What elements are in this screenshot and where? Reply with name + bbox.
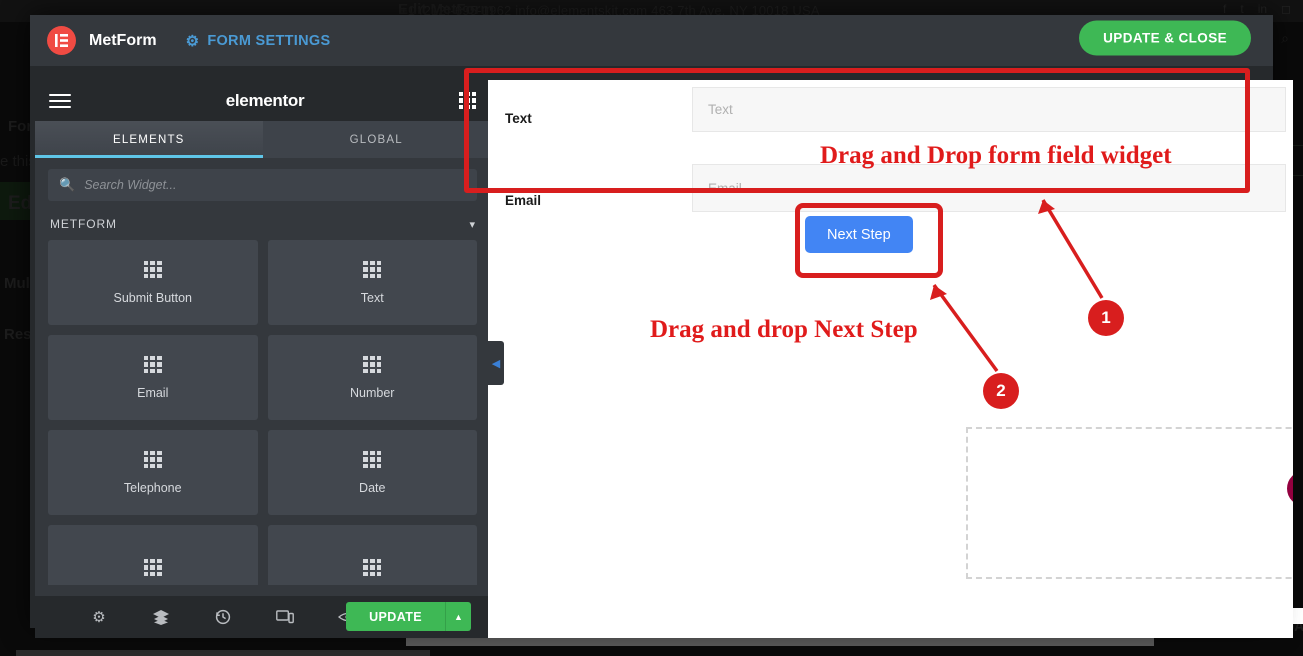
search-icon: 🔍 [59, 177, 76, 192]
panel-tabs: ELEMENTS GLOBAL [35, 121, 490, 158]
background-footer-strip [16, 650, 430, 656]
widget-grid-icon [143, 558, 162, 577]
twitter-icon: t [1240, 2, 1244, 16]
update-button-group: UPDATE ▲ [346, 602, 471, 631]
search-widget-box[interactable]: 🔍 [48, 169, 477, 201]
form-input-email[interactable]: Email [692, 164, 1286, 212]
widget-card-date[interactable]: Date [267, 430, 477, 515]
form-label-text: Text [505, 111, 532, 126]
drop-zone-buttons: + [1287, 471, 1293, 506]
update-button[interactable]: UPDATE [346, 602, 445, 631]
background-right-icons: ⌕ [1281, 30, 1289, 47]
grid-apps-icon[interactable] [459, 92, 476, 109]
widget-card-partial-right[interactable] [267, 525, 477, 585]
widget-grid-icon [143, 355, 162, 374]
layers-navigator-icon[interactable] [146, 608, 176, 626]
settings-gear-icon[interactable]: ⚙ [84, 608, 114, 626]
hamburger-menu-icon[interactable] [49, 93, 71, 108]
search-widget-wrap: 🔍 [35, 158, 490, 211]
widget-card-telephone[interactable]: Telephone [48, 430, 258, 515]
form-row-text: Text Text [496, 87, 1286, 150]
widget-grid-icon [363, 355, 382, 374]
search-input[interactable] [84, 178, 466, 192]
update-and-close-button[interactable]: UPDATE & CLOSE [1079, 20, 1251, 56]
linkedin-icon: in [1257, 2, 1268, 16]
history-clock-icon[interactable] [208, 608, 238, 626]
panel-topbar: elementor [35, 80, 490, 121]
widget-grid: Submit Button Text Email Number Telephon… [35, 240, 490, 585]
widget-grid-icon [143, 450, 162, 469]
widget-label: Date [359, 480, 386, 495]
category-header-metform[interactable]: METFORM ▾ [35, 211, 490, 240]
annotation-text-2: Drag and drop Next Step [650, 316, 918, 343]
elementor-left-panel: elementor ELEMENTS GLOBAL 🔍 METFORM ▾ Su… [35, 80, 490, 638]
caret-up-icon[interactable]: ▲ [445, 602, 471, 631]
gear-icon: ⚙ [185, 32, 200, 50]
widget-grid-icon [363, 450, 382, 469]
widget-grid-icon [143, 260, 162, 279]
widget-card-partial-left[interactable] [48, 525, 258, 585]
metform-title: MetForm [89, 31, 157, 49]
widget-grid-icon [363, 558, 382, 577]
category-label: METFORM [50, 217, 117, 231]
elementor-logo-icon [47, 26, 76, 55]
add-section-button[interactable]: + [1287, 471, 1293, 506]
widget-label: Number [350, 385, 395, 400]
widget-label: Email [137, 385, 169, 400]
tab-global[interactable]: GLOBAL [262, 121, 490, 158]
chevron-down-icon: ▾ [469, 218, 475, 231]
widget-grid-icon [363, 260, 382, 279]
form-input-text[interactable]: Text [692, 87, 1286, 132]
annotation-badge-2: 2 [983, 373, 1019, 409]
widget-drop-zone[interactable]: + Drag widget here [966, 427, 1293, 579]
widget-card-email[interactable]: Email [48, 335, 258, 420]
form-settings-label: FORM SETTINGS [207, 32, 331, 49]
widget-card-submit-button[interactable]: Submit Button [48, 240, 258, 325]
panel-footer-bar: ⚙ UPDATE ▲ [35, 596, 490, 638]
form-label-email: Email [505, 193, 542, 208]
search-icon: ⌕ [1281, 30, 1289, 46]
metform-header-bar: MetForm ⚙ FORM SETTINGS UPDATE & CLOSE [30, 15, 1273, 66]
form-settings-button[interactable]: ⚙ FORM SETTINGS [186, 32, 331, 50]
facebook-icon: f [1223, 2, 1227, 16]
background-social-icons: f t in ◻ [1223, 2, 1291, 16]
tab-elements[interactable]: ELEMENTS [35, 121, 263, 158]
responsive-devices-icon[interactable] [270, 608, 300, 626]
annotation-badge-1: 1 [1088, 300, 1124, 336]
annotation-text-1: Drag and Drop form field widget [820, 142, 1172, 169]
widget-card-number[interactable]: Number [267, 335, 477, 420]
widget-label: Text [360, 290, 384, 305]
panel-footer-icons: ⚙ [84, 608, 362, 626]
instagram-icon: ◻ [1281, 2, 1291, 16]
widget-card-text[interactable]: Text [267, 240, 477, 325]
widget-label: Telephone [123, 480, 182, 495]
next-step-button[interactable]: Next Step [805, 216, 913, 253]
chevron-left-icon[interactable]: ◀ [488, 341, 504, 385]
elementor-wordmark: elementor [225, 90, 305, 110]
widget-label: Submit Button [113, 290, 192, 305]
